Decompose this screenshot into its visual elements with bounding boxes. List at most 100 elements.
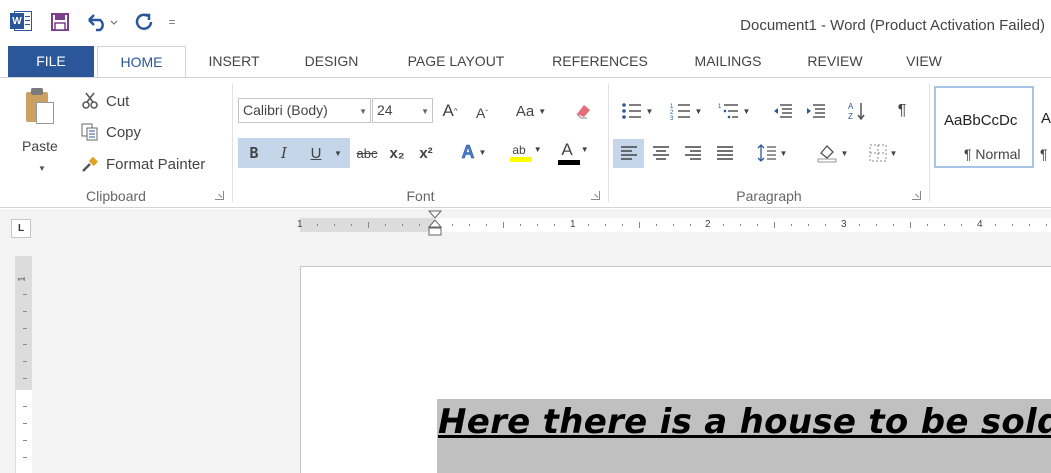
paragraph-launcher-icon[interactable] [912, 191, 921, 200]
decrease-indent-icon[interactable] [770, 98, 796, 124]
bullets-button[interactable]: ▼ [615, 98, 659, 124]
numbering-button[interactable]: 1 2 3 ▼ [664, 98, 708, 124]
chevron-down-icon: ▼ [359, 107, 367, 116]
cut-button[interactable]: Cut [80, 92, 129, 110]
shading-button[interactable]: ▼ [810, 140, 854, 166]
grow-font-button[interactable]: A ^ [438, 98, 462, 124]
align-right-icon[interactable] [680, 140, 706, 166]
chevron-down-icon[interactable]: ▼ [331, 140, 345, 166]
format-painter-icon [80, 155, 100, 173]
change-case-button[interactable]: Aa ▼ [508, 98, 554, 124]
svg-text:Z: Z [848, 112, 853, 121]
clipboard-group: Paste ▼ Cut Copy Format Painter Clipboar… [0, 78, 232, 207]
style-next-sample: A [1041, 110, 1051, 127]
numbering-icon: 123 [670, 104, 690, 120]
ribbon-tabs: FILE HOME INSERT DESIGN PAGE LAYOUT REFE… [0, 46, 1051, 78]
paste-dropdown-icon[interactable]: ▼ [38, 164, 46, 173]
superscript-button[interactable]: x² [414, 140, 438, 166]
font-size-value: 24 [377, 102, 393, 118]
multilevel-list-icon: 1 [718, 104, 738, 119]
tab-home[interactable]: HOME [97, 46, 186, 78]
multilevel-list-button[interactable]: 1 ▼ [712, 98, 756, 124]
undo-icon[interactable] [86, 10, 120, 34]
sort-icon[interactable]: AZ [845, 98, 869, 124]
scissors-icon [80, 92, 100, 110]
tab-page-layout[interactable]: PAGE LAYOUT [395, 46, 517, 77]
customize-qat-icon[interactable]: = [166, 10, 178, 34]
style-normal-label: ¶ Normal [964, 146, 1021, 162]
paste-button[interactable]: Paste [22, 138, 58, 154]
borders-button[interactable]: ▼ [861, 140, 905, 166]
clear-formatting-icon[interactable] [570, 98, 596, 124]
justify-icon[interactable] [712, 140, 738, 166]
font-color-icon: A [561, 139, 573, 159]
italic-button[interactable]: I [273, 140, 295, 166]
copy-label: Copy [106, 123, 142, 141]
cut-label: Cut [106, 92, 130, 110]
indent-marker-icon[interactable] [428, 210, 442, 244]
line-spacing-icon [757, 144, 776, 162]
tab-review[interactable]: REVIEW [800, 46, 870, 77]
quick-access-toolbar: W = [10, 10, 178, 34]
vertical-ruler[interactable]: 1 [15, 256, 32, 473]
tab-selector[interactable]: L [11, 219, 31, 238]
style-normal[interactable]: AaBbCcDc ¶ Normal [934, 86, 1034, 168]
clipboard-launcher-icon[interactable] [215, 191, 224, 200]
increase-indent-icon[interactable] [803, 98, 829, 124]
underline-button[interactable]: U [303, 140, 329, 166]
subscript-button[interactable]: x₂ [385, 140, 409, 166]
ruler-number: 2 [705, 219, 711, 230]
text-effects-icon: A [461, 141, 475, 162]
strikethrough-button[interactable]: abc [352, 140, 382, 166]
tab-view[interactable]: VIEW [898, 46, 950, 77]
ruler-number: 4 [977, 219, 983, 230]
ruler-number: 1 [570, 219, 576, 230]
highlight-icon: ab [512, 142, 526, 157]
style-normal-sample: AaBbCcDc [944, 112, 1018, 129]
bullets-icon [621, 103, 641, 119]
line-spacing-button[interactable]: ▼ [752, 140, 792, 166]
borders-icon [869, 144, 887, 162]
font-name-value: Calibri (Body) [243, 102, 328, 118]
show-marks-button[interactable]: ¶ [890, 98, 914, 124]
format-painter-label: Format Painter [106, 155, 206, 173]
align-left-icon[interactable] [616, 140, 642, 166]
svg-text:3: 3 [670, 116, 674, 120]
text-effects-button[interactable]: A ▼ [456, 139, 492, 165]
font-launcher-icon[interactable] [591, 191, 600, 200]
font-color-button[interactable]: A ▼ [554, 139, 596, 165]
document-headline[interactable]: Here there is a house to be sold [438, 402, 1051, 442]
clipboard-group-label: Clipboard [86, 188, 146, 204]
redo-icon[interactable] [134, 10, 154, 34]
paragraph-group-label: Paragraph [736, 188, 802, 204]
format-painter-button[interactable]: Format Painter [80, 155, 205, 173]
align-center-icon[interactable] [648, 140, 674, 166]
tab-references[interactable]: REFERENCES [546, 46, 654, 77]
ribbon: Paste ▼ Cut Copy Format Painter Clipboar… [0, 77, 1051, 208]
tab-design[interactable]: DESIGN [294, 46, 369, 77]
word-app-icon[interactable]: W [10, 10, 32, 34]
window-title: Document1 - Word (Product Activation Fai… [740, 17, 1045, 34]
tab-file[interactable]: FILE [8, 46, 94, 77]
save-icon[interactable] [50, 10, 70, 34]
svg-text:A: A [848, 102, 854, 111]
highlight-color-button[interactable]: ab ▼ [506, 139, 548, 165]
ruler-number: 1 [16, 276, 27, 282]
ruler-number: 3 [841, 219, 847, 230]
shrink-font-button[interactable]: Aˇ [470, 100, 494, 126]
tab-insert[interactable]: INSERT [199, 46, 269, 77]
tab-mailings[interactable]: MAILINGS [682, 46, 774, 77]
copy-icon [80, 123, 100, 141]
style-next[interactable]: A ¶ [1038, 86, 1051, 168]
horizontal-ruler[interactable]: 1 1 2 3 4 [297, 214, 1051, 239]
font-group-label: Font [406, 188, 435, 204]
bold-button[interactable]: B [243, 140, 265, 166]
paste-icon[interactable] [24, 88, 58, 126]
font-size-combo[interactable]: 24 ▼ [372, 98, 433, 123]
style-next-label: ¶ [1040, 146, 1048, 162]
font-name-combo[interactable]: Calibri (Body) ▼ [238, 98, 371, 123]
change-case-label: Aa [515, 102, 535, 120]
copy-button[interactable]: Copy [80, 123, 141, 141]
svg-text:1: 1 [718, 104, 722, 110]
group-divider [929, 84, 930, 202]
